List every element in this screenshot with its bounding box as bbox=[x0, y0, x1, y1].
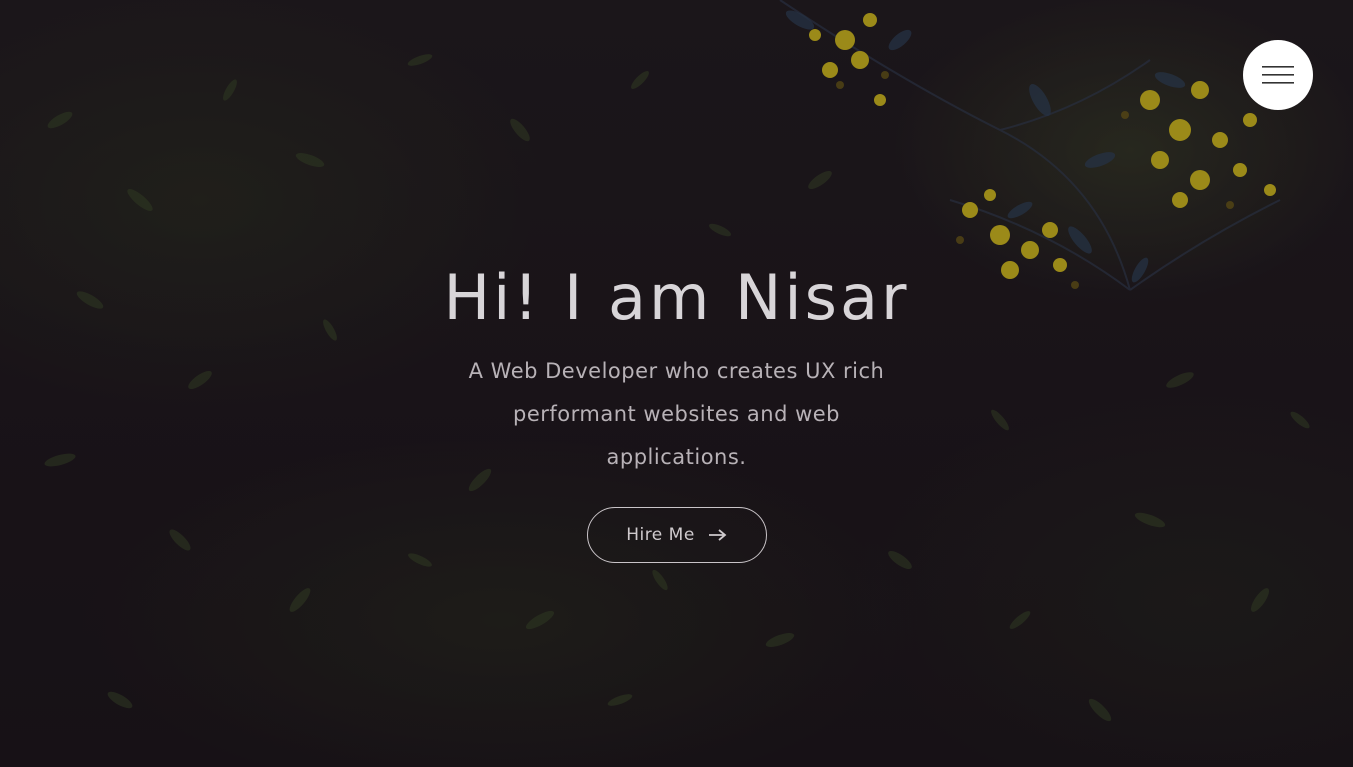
hero-content: Hi! I am Nisar A Web Developer who creat… bbox=[0, 252, 1353, 563]
hamburger-menu-icon bbox=[1262, 66, 1294, 84]
arrow-right-icon bbox=[708, 529, 727, 541]
hero-section: Hi! I am Nisar A Web Developer who creat… bbox=[0, 0, 1353, 767]
menu-button[interactable] bbox=[1243, 40, 1313, 110]
hire-me-button[interactable]: Hire Me bbox=[586, 507, 767, 563]
hire-me-label: Hire Me bbox=[626, 525, 695, 545]
hero-subtitle: A Web Developer who creates UX rich perf… bbox=[468, 359, 885, 469]
hero-title: Hi! I am Nisar bbox=[443, 261, 910, 334]
